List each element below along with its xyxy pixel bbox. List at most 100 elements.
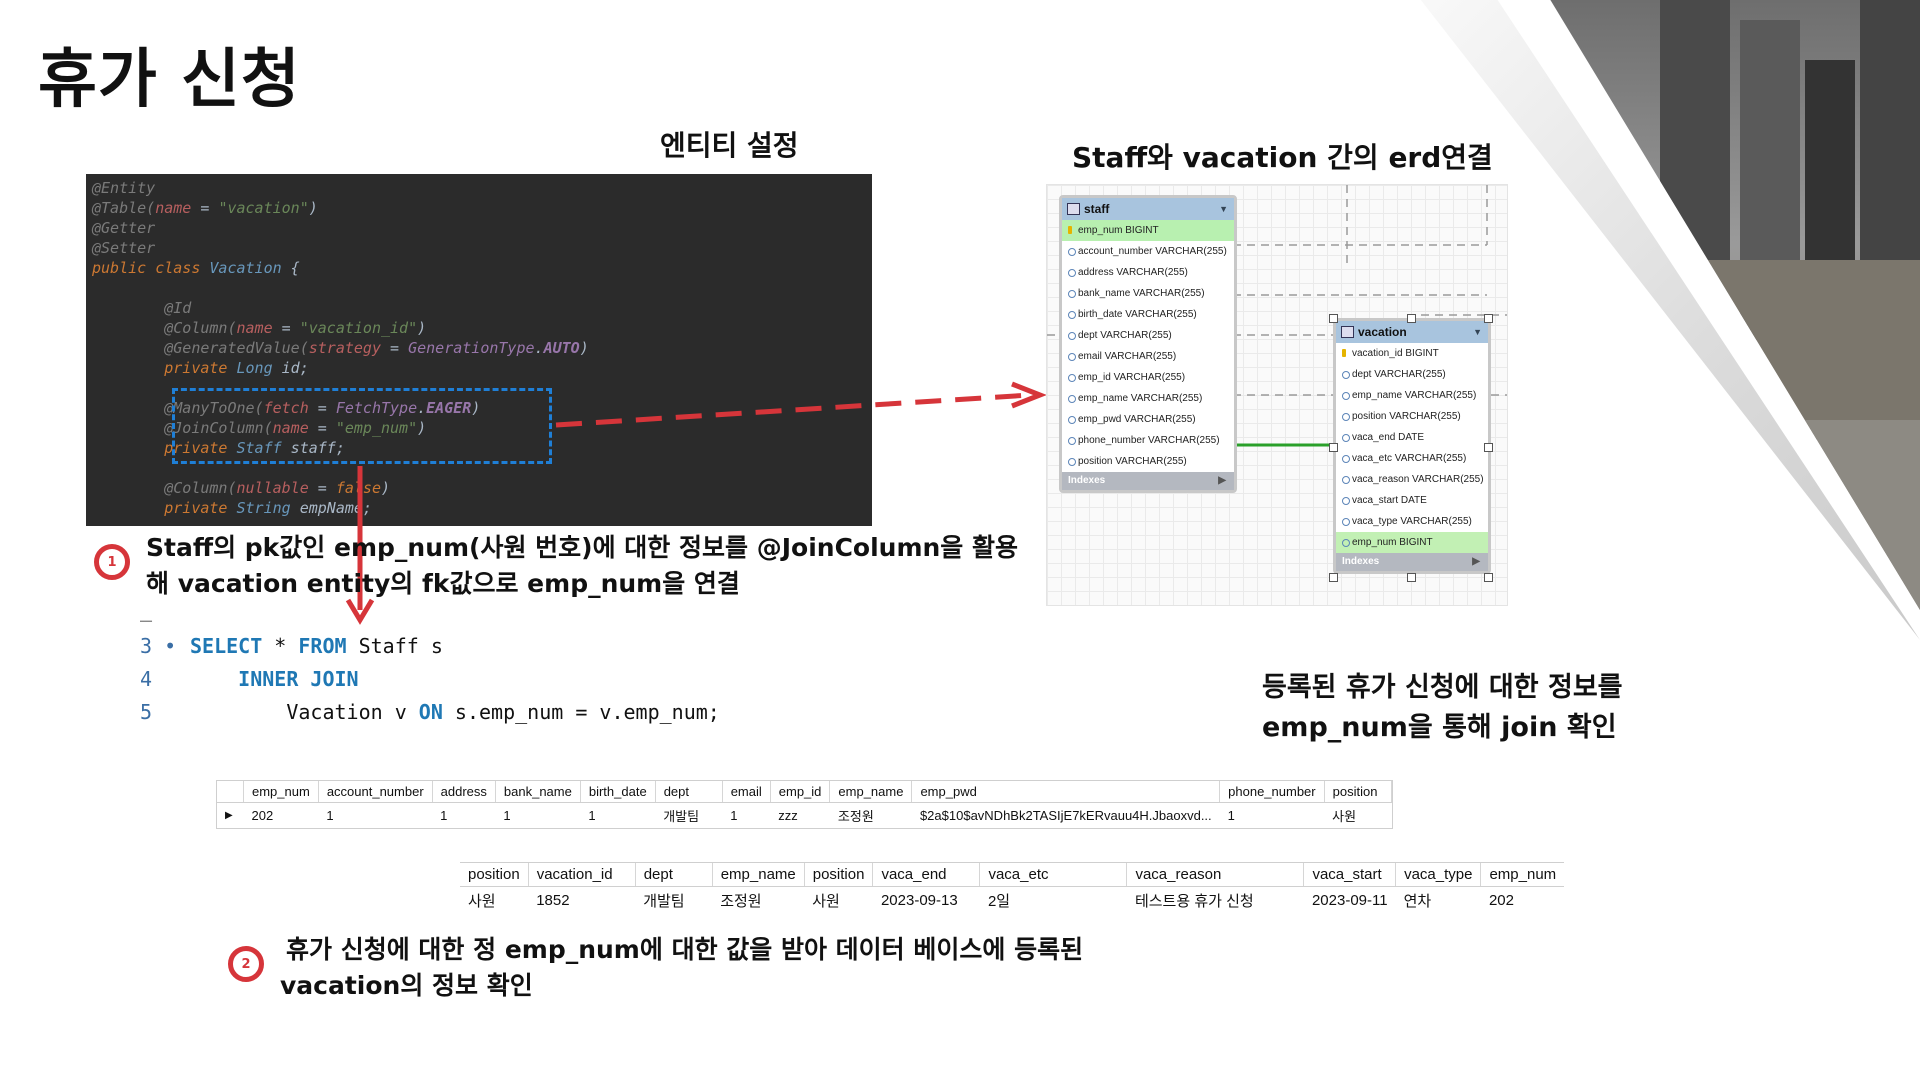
column-header[interactable]: dept <box>655 781 723 803</box>
table-cell[interactable]: 사원 <box>460 887 528 915</box>
column-header[interactable]: emp_num <box>243 781 319 803</box>
table-cell[interactable]: 2023-09-13 <box>873 887 980 915</box>
column-header[interactable]: vaca_start <box>1303 863 1397 887</box>
table-row[interactable]: ▶ 202 1 1 1 1 개발팀 1 zzz 조정원 $2a$10$avNDh… <box>217 803 1391 829</box>
table-cell[interactable]: 1 <box>722 803 770 829</box>
table-cell[interactable]: 1 <box>495 803 580 829</box>
arrow-to-erd <box>555 392 1031 428</box>
erd-column: vaca_start DATE <box>1336 490 1488 511</box>
column-header[interactable]: emp_id <box>770 781 831 803</box>
table-cell[interactable]: 202 <box>1481 887 1564 915</box>
badge-1: 1 <box>94 544 130 580</box>
resize-handle[interactable] <box>1484 573 1493 582</box>
erd-column: emp_name VARCHAR(255) <box>1062 388 1234 409</box>
table-cell[interactable]: zzz <box>770 803 830 829</box>
erd-column: birth_date VARCHAR(255) <box>1062 304 1234 325</box>
column-header[interactable]: vaca_end <box>872 863 981 887</box>
chevron-down-icon[interactable]: ▼ <box>1219 198 1228 220</box>
column-header[interactable]: account_number <box>318 781 433 803</box>
vacation-result-grid: position vacation_id dept emp_name posit… <box>460 862 1565 915</box>
table-cell[interactable]: 개발팀 <box>655 803 722 829</box>
erd-column: emp_pwd VARCHAR(255) <box>1062 409 1234 430</box>
sql-line-3: 3 • SELECT * FROM Staff s <box>140 634 443 658</box>
join-note-line1: 등록된 휴가 신청에 대한 정보를 <box>1262 672 1623 703</box>
resize-handle[interactable] <box>1329 573 1338 582</box>
erd-table-vacation-header: vacation ▼ <box>1336 321 1488 343</box>
column-header[interactable]: emp_name <box>829 781 913 803</box>
note-2-text: 휴가 신청에 대한 정 emp_num에 대한 값을 받아 데이터 베이스에 등… <box>280 932 1083 1004</box>
sql-dash: – <box>140 608 153 632</box>
table-header-row: position vacation_id dept emp_name posit… <box>460 863 1565 887</box>
table-cell[interactable]: 1 <box>432 803 495 829</box>
table-cell[interactable]: $2a$10$avNDhBk2TASIjE7kERvauu4H.Jbaoxvd.… <box>912 803 1220 829</box>
column-header[interactable]: bank_name <box>495 781 581 803</box>
table-cell[interactable]: 202 <box>244 803 319 829</box>
erd-column: vaca_end DATE <box>1336 427 1488 448</box>
erd-indexes[interactable]: Indexes ▶ <box>1336 553 1488 571</box>
column-header[interactable]: vacation_id <box>528 863 636 887</box>
note-2-line2: vacation의 정보 확인 <box>280 971 533 1000</box>
resize-handle[interactable] <box>1484 443 1493 452</box>
column-header[interactable]: vaca_reason <box>1126 863 1305 887</box>
table-cell[interactable]: 1 <box>318 803 432 829</box>
erd-table-staff[interactable]: staff ▼ emp_num BIGINT account_number VAR… <box>1059 195 1237 493</box>
erd-column: position VARCHAR(255) <box>1062 451 1234 472</box>
note-1-line2: 해 vacation entity의 fk값으로 emp_num을 연결 <box>146 569 740 598</box>
note-1-line1: Staff의 pk값인 emp_num(사원 번호)에 대한 정보를 @Join… <box>146 533 1019 562</box>
table-cell[interactable]: 사원 <box>804 887 873 915</box>
column-header[interactable]: phone_number <box>1219 781 1325 803</box>
resize-handle[interactable] <box>1329 443 1338 452</box>
table-cell[interactable]: 테스트용 휴가 신청 <box>1127 887 1304 915</box>
table-cell[interactable]: 1 <box>580 803 655 829</box>
erd-column: position VARCHAR(255) <box>1336 406 1488 427</box>
column-header[interactable]: birth_date <box>580 781 656 803</box>
column-header[interactable]: address <box>432 781 496 803</box>
resize-handle[interactable] <box>1407 314 1416 323</box>
table-cell[interactable]: 1 <box>1220 803 1324 829</box>
erd-column: vaca_type VARCHAR(255) <box>1336 511 1488 532</box>
table-icon <box>1067 203 1080 215</box>
chevron-down-icon[interactable]: ▼ <box>1473 321 1482 343</box>
resize-handle[interactable] <box>1484 314 1493 323</box>
column-header[interactable]: dept <box>635 863 713 887</box>
column-header[interactable]: emp_name <box>712 863 805 887</box>
table-row[interactable]: 사원 1852 개발팀 조정원 사원 2023-09-13 2일 테스트용 휴가… <box>460 887 1564 915</box>
table-cell[interactable]: 개발팀 <box>635 887 712 915</box>
column-header[interactable]: emp_num <box>1480 863 1565 887</box>
erd-column-fk: emp_num BIGINT <box>1336 532 1488 553</box>
erd-column: account_number VARCHAR(255) <box>1062 241 1234 262</box>
resize-handle[interactable] <box>1407 573 1416 582</box>
table-cell[interactable]: 조정원 <box>712 887 804 915</box>
erd-column: phone_number VARCHAR(255) <box>1062 430 1234 451</box>
erd-table-staff-header: staff ▼ <box>1062 198 1234 220</box>
table-cell[interactable]: 2일 <box>980 887 1127 915</box>
note-2-line1: 휴가 신청에 대한 정 emp_num에 대한 값을 받아 데이터 베이스에 등… <box>286 935 1084 964</box>
erd-column: email VARCHAR(255) <box>1062 346 1234 367</box>
column-header[interactable]: emp_pwd <box>911 781 1221 803</box>
column-header[interactable]: position <box>1324 781 1392 803</box>
column-header[interactable]: email <box>722 781 771 803</box>
table-cell[interactable]: 1852 <box>528 887 635 915</box>
row-selector-header <box>217 781 244 803</box>
erd-indexes[interactable]: Indexes ▶ <box>1062 472 1234 490</box>
erd-column: vaca_reason VARCHAR(255) <box>1336 469 1488 490</box>
table-cell[interactable]: 사원 <box>1324 803 1391 829</box>
column-header[interactable]: position <box>804 863 874 887</box>
erd-column: emp_id VARCHAR(255) <box>1062 367 1234 388</box>
column-header[interactable]: vaca_etc <box>979 863 1128 887</box>
erd-column: vacation_id BIGINT <box>1336 343 1488 364</box>
sql-line-4: 4 INNER JOIN <box>140 667 359 691</box>
table-cell[interactable]: 조정원 <box>830 803 912 829</box>
note-1-text: Staff의 pk값인 emp_num(사원 번호)에 대한 정보를 @Join… <box>146 530 1018 602</box>
column-header[interactable]: vaca_type <box>1395 863 1482 887</box>
row-pointer-icon: ▶ <box>225 810 233 821</box>
chevron-right-icon: ▶ <box>1472 556 1480 567</box>
erd-column: bank_name VARCHAR(255) <box>1062 283 1234 304</box>
badge-2: 2 <box>228 946 264 982</box>
table-header-row: emp_num account_number address bank_name… <box>217 781 1392 803</box>
erd-table-vacation[interactable]: vacation ▼ vacation_id BIGINT dept VARCHA… <box>1333 318 1491 574</box>
column-header[interactable]: position <box>460 863 529 887</box>
table-cell[interactable]: 2023-09-11 <box>1304 887 1396 915</box>
resize-handle[interactable] <box>1329 314 1338 323</box>
table-cell[interactable]: 연차 <box>1396 887 1481 915</box>
